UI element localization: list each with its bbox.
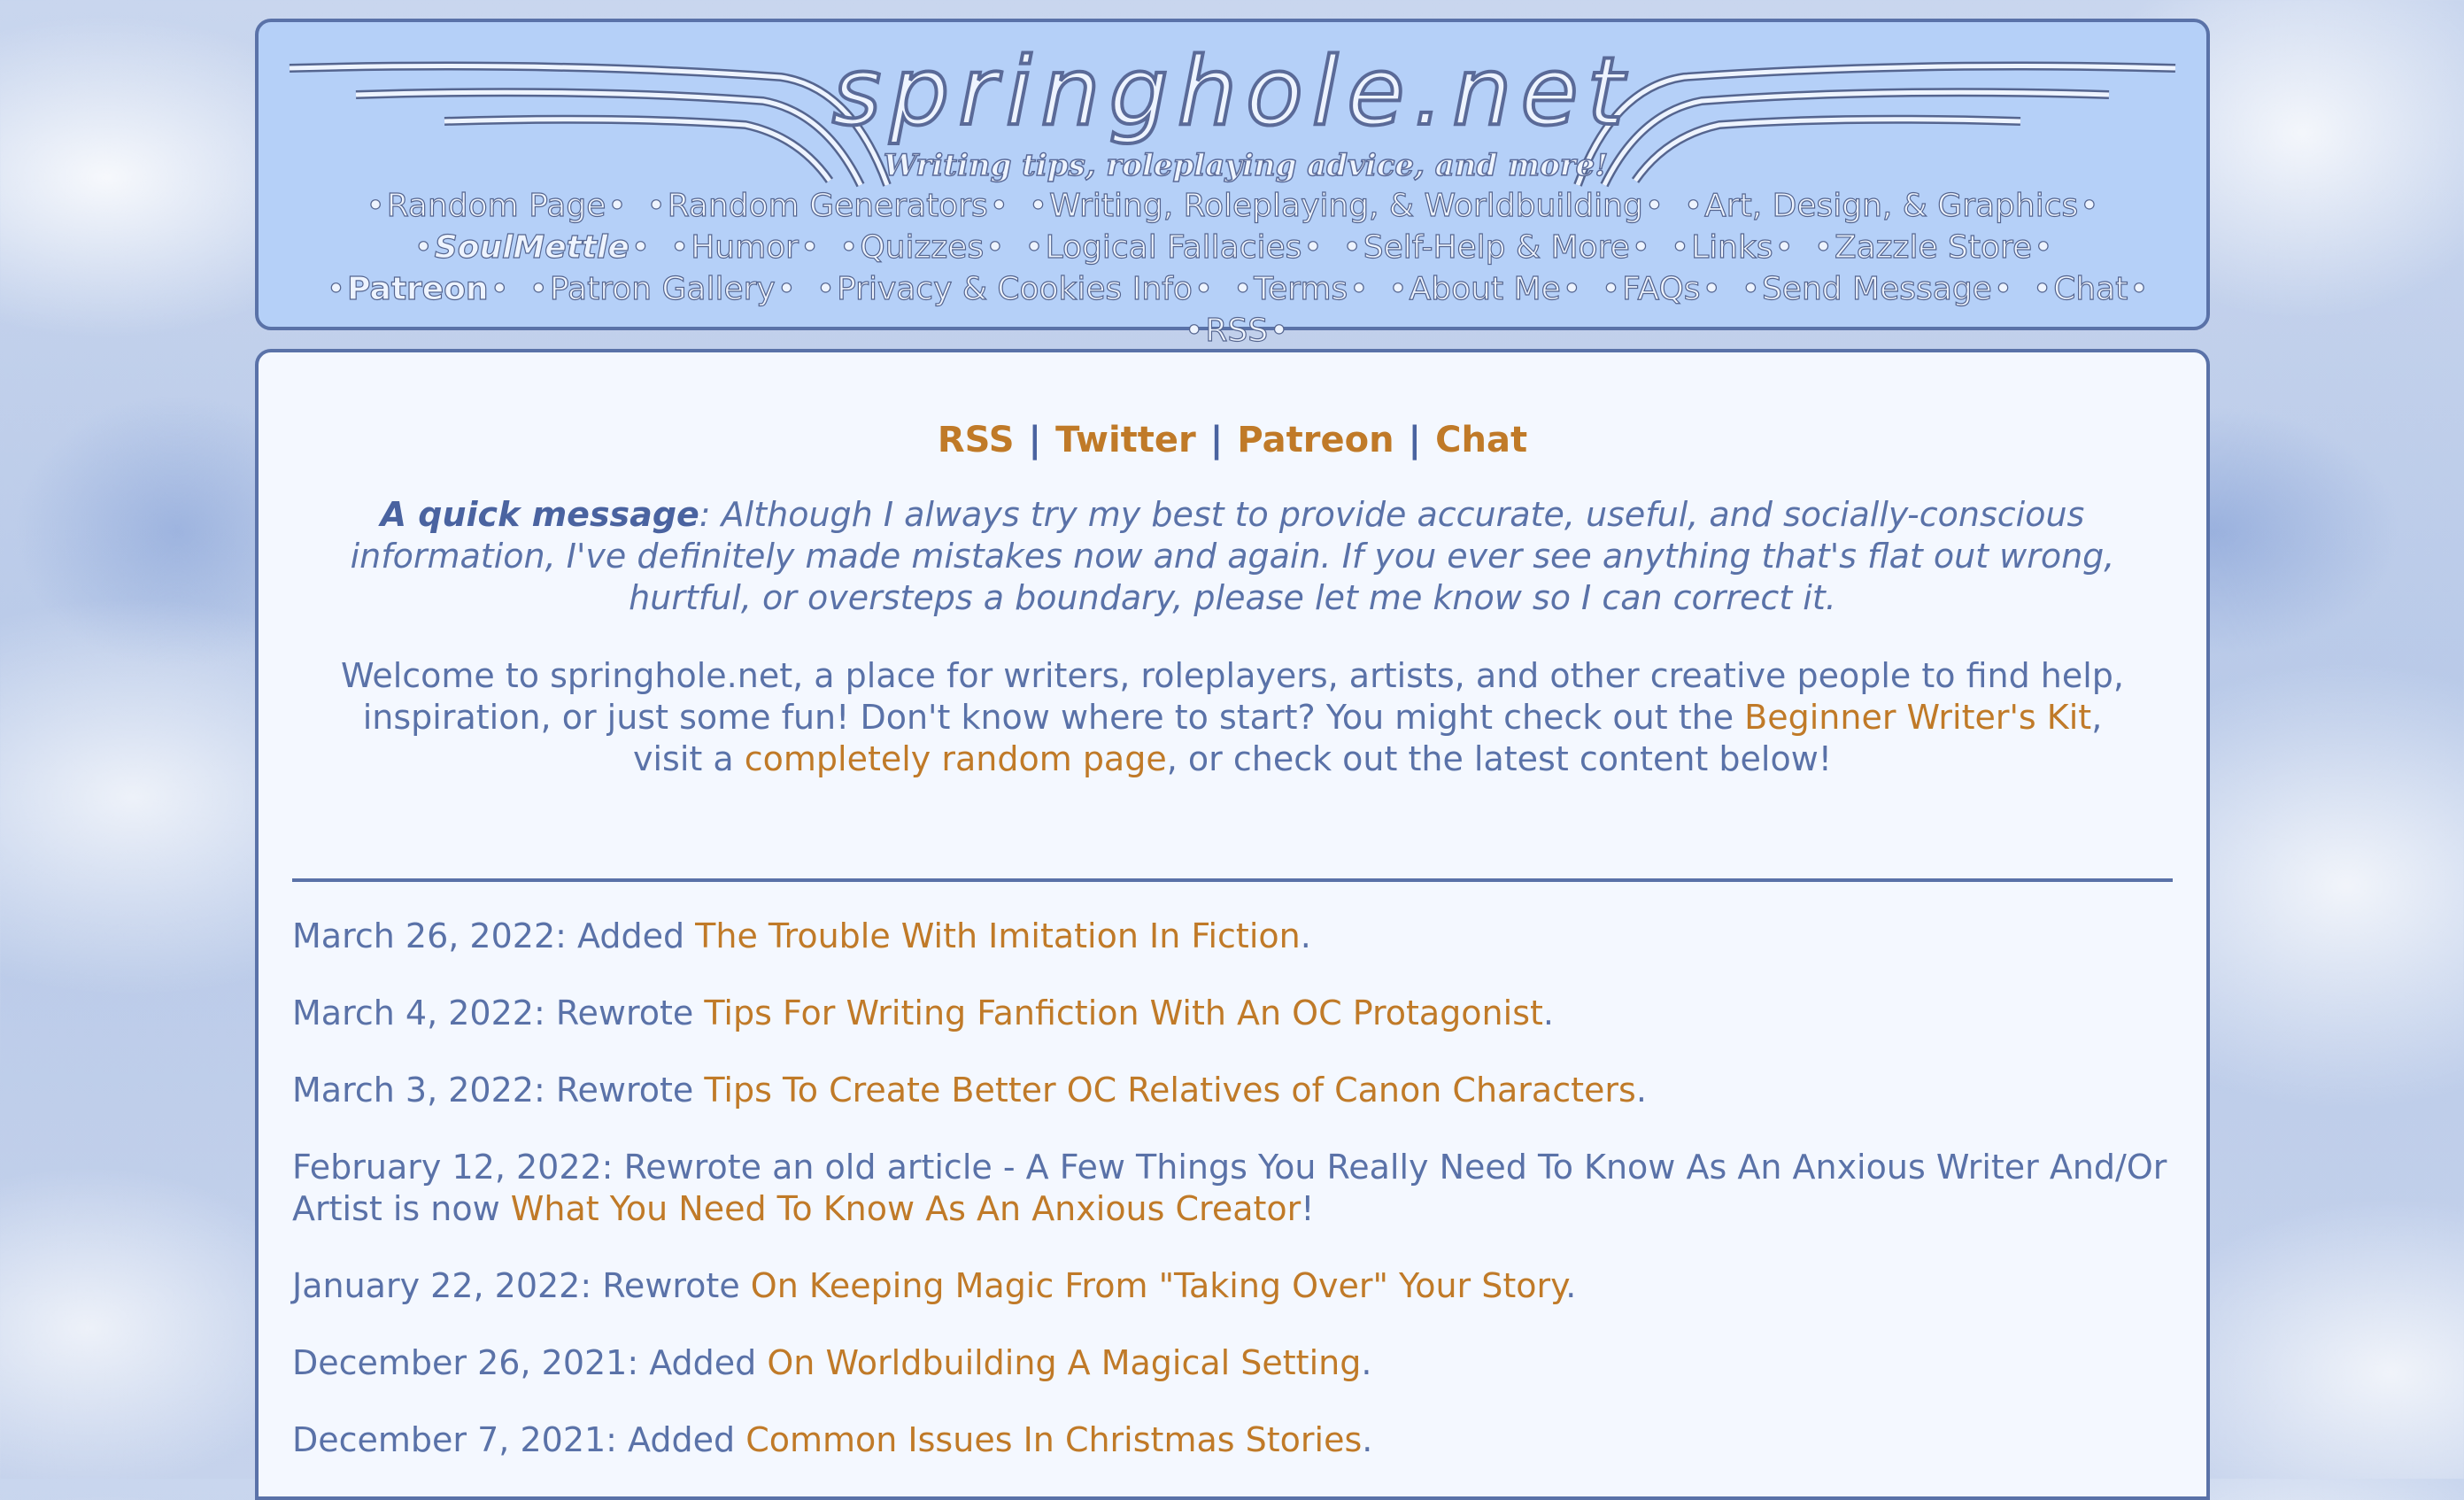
update-link[interactable]: Tips For Writing Fanfiction With An OC P… xyxy=(704,994,1543,1032)
nav-writing-roleplaying[interactable]: Writing, Roleplaying, & Worldbuilding xyxy=(1049,187,1644,224)
nav-self-help[interactable]: Self-Help & More xyxy=(1363,228,1630,266)
update-link[interactable]: On Worldbuilding A Magical Setting xyxy=(767,1343,1361,1382)
main-content: RSS | Twitter | Patreon | Chat A quick message… xyxy=(255,349,2210,1500)
top-link-patreon[interactable]: Patreon xyxy=(1237,420,1394,460)
update-item: March 26, 2022: Added The Trouble With I… xyxy=(292,916,2173,957)
update-item: December 7, 2021: Added Common Issues In… xyxy=(292,1419,2173,1461)
top-link-twitter[interactable]: Twitter xyxy=(1055,420,1196,460)
quick-message: A quick message: Although I always try m… xyxy=(294,494,2171,619)
logo-tagline: Writing tips, roleplaying advice, and mo… xyxy=(883,147,1609,184)
update-item: December 26, 2021: Added On Worldbuildin… xyxy=(292,1342,2173,1384)
update-suffix: ! xyxy=(1301,1189,1315,1228)
update-date-text: March 26, 2022: Added xyxy=(292,916,696,955)
update-date-text: January 22, 2022: Rewrote xyxy=(292,1266,751,1305)
logo-title: springhole.net xyxy=(830,37,1634,146)
update-item: February 12, 2022: Rewrote an old articl… xyxy=(292,1147,2173,1230)
nav-faqs[interactable]: FAQs xyxy=(1621,270,1701,307)
top-links-separator: | xyxy=(1408,420,1422,460)
nav-soulmettle[interactable]: SoulMettle xyxy=(434,228,630,266)
nav-quizzes[interactable]: Quizzes xyxy=(860,228,985,266)
welcome-part3: , or check out the latest content below! xyxy=(1166,739,1833,778)
site-logo[interactable]: springhole.net Writing tips, roleplaying… xyxy=(285,35,2180,194)
nav-logical-fallacies[interactable]: Logical Fallacies xyxy=(1045,228,1302,266)
top-links-separator: | xyxy=(1209,420,1224,460)
update-suffix: . xyxy=(1362,1420,1373,1459)
site-header: springhole.net Writing tips, roleplaying… xyxy=(255,19,2210,350)
update-suffix: . xyxy=(1635,1071,1647,1110)
random-page-link[interactable]: completely random page xyxy=(745,739,1167,778)
nav-patron-gallery[interactable]: Patron Gallery xyxy=(549,270,776,307)
divider xyxy=(292,878,2173,882)
nav-humor[interactable]: Humor xyxy=(691,228,799,266)
update-suffix: . xyxy=(1361,1343,1372,1382)
nav-send-message[interactable]: Send Message xyxy=(1761,270,1992,307)
update-link[interactable]: On Keeping Magic From "Taking Over" Your… xyxy=(751,1266,1565,1305)
nav-art-design[interactable]: Art, Design, & Graphics xyxy=(1704,187,2079,224)
beginner-writers-kit-link[interactable]: Beginner Writer's Kit xyxy=(1744,698,2091,737)
top-links-separator: | xyxy=(1028,420,1042,460)
top-links: RSS | Twitter | Patreon | Chat xyxy=(259,420,2206,460)
main-nav: •Random Page• •Random Generators• •Writi… xyxy=(316,187,2149,349)
update-item: March 4, 2022: Rewrote Tips For Writing … xyxy=(292,993,2173,1034)
nav-random-page[interactable]: Random Page xyxy=(386,187,606,224)
update-link[interactable]: What You Need To Know As An Anxious Crea… xyxy=(511,1189,1302,1228)
nav-random-generators[interactable]: Random Generators xyxy=(667,187,988,224)
update-link[interactable]: Tips To Create Better OC Relatives of Ca… xyxy=(704,1071,1635,1110)
top-link-rss[interactable]: RSS xyxy=(938,420,1015,460)
update-suffix: . xyxy=(1300,916,1311,955)
nav-terms[interactable]: Terms xyxy=(1254,270,1348,307)
update-date-text: December 26, 2021: Added xyxy=(292,1343,768,1382)
update-link[interactable]: Common Issues In Christmas Stories xyxy=(745,1420,1362,1459)
nav-about-me[interactable]: About Me xyxy=(1409,270,1561,307)
update-suffix: . xyxy=(1565,1266,1577,1305)
update-date-text: December 7, 2021: Added xyxy=(292,1420,746,1459)
update-date-text: March 3, 2022: Rewrote xyxy=(292,1071,705,1110)
nav-patreon[interactable]: Patreon xyxy=(347,270,490,307)
top-link-chat[interactable]: Chat xyxy=(1435,420,1527,460)
update-date-text: March 4, 2022: Rewrote xyxy=(292,994,705,1032)
updates-list: March 26, 2022: Added The Trouble With I… xyxy=(292,916,2173,1496)
quick-message-label: A quick message xyxy=(380,495,699,534)
update-item: January 22, 2022: Rewrote On Keeping Mag… xyxy=(292,1265,2173,1307)
update-link[interactable]: The Trouble With Imitation In Fiction xyxy=(695,916,1301,955)
nav-rss[interactable]: RSS xyxy=(1205,312,1269,349)
nav-chat[interactable]: Chat xyxy=(2053,270,2128,307)
welcome-text: Welcome to springhole.net, a place for w… xyxy=(338,655,2127,780)
update-item: March 3, 2022: Rewrote Tips To Create Be… xyxy=(292,1070,2173,1111)
update-suffix: . xyxy=(1542,994,1554,1032)
nav-links[interactable]: Links xyxy=(1690,228,1773,266)
nav-zazzle-store[interactable]: Zazzle Store xyxy=(1834,228,2032,266)
nav-privacy-cookies[interactable]: Privacy & Cookies Info xyxy=(836,270,1193,307)
